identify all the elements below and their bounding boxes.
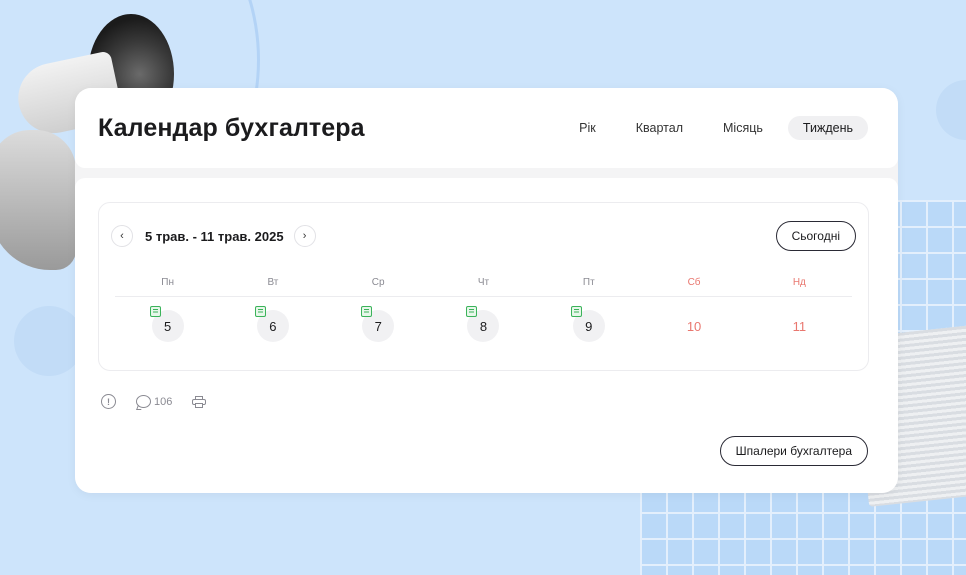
day-cell-weekend: 10 [641,308,746,344]
printer-icon [192,395,207,408]
period-tabs: Рік Квартал Місяць Тиждень [564,116,868,140]
day-cell: 9 [536,306,641,344]
accountant-wallpapers-button[interactable]: Шпалери бухгалтера [719,436,868,466]
tab-month[interactable]: Місяць [708,116,778,140]
weekday-label: Пт [582,277,595,288]
weekday-label-weekend: Сб [687,277,701,288]
note-icon [150,306,162,317]
weekday-label-weekend: Нд [792,277,806,288]
tab-week[interactable]: Тиждень [787,116,868,140]
chevron-right-icon: › [302,230,307,242]
widget-header: Календар бухгалтера Рік Квартал Місяць Т… [75,88,898,168]
background-circle-left [14,306,84,376]
note-icon [360,306,372,317]
weekday-label: Чт [477,277,490,288]
print-button[interactable] [192,395,207,408]
hand-image [0,130,76,270]
day-cell: 5 [115,306,220,344]
note-icon [255,306,267,317]
note-icon [571,306,583,317]
today-button[interactable]: Сьогодні [775,221,856,251]
day-cell: 6 [220,306,325,344]
calendar-panel: ‹ 5 трав. - 11 трав. 2025 › Сьогодні Пн … [75,178,898,493]
next-week-button[interactable]: › [293,225,316,247]
prev-week-button[interactable]: ‹ [111,225,133,247]
accountant-calendar-widget: Календар бухгалтера Рік Квартал Місяць Т… [75,88,898,493]
day-number-weekend[interactable]: 10 [678,310,710,342]
weekday-label: Вт [267,277,279,288]
day-cell-weekend: 11 [747,308,852,344]
note-icon [465,306,477,317]
comment-icon [136,395,151,408]
background-circle-right [936,80,966,140]
tab-year[interactable]: Рік [564,116,611,140]
comments-button[interactable]: 106 [136,395,172,408]
day-cell: 7 [326,306,431,344]
weekday-label: Ср [371,277,385,288]
weekday-header: Пн Вт Ср Чт Пт Сб Нд [115,275,852,297]
tab-quarter[interactable]: Квартал [621,116,698,140]
date-range: 5 трав. - 11 трав. 2025 [145,228,284,244]
day-number-weekend[interactable]: 11 [783,310,815,342]
week-calendar: ‹ 5 трав. - 11 трав. 2025 › Сьогодні Пн … [98,202,869,371]
week-navigation: ‹ 5 трав. - 11 трав. 2025 › [111,225,316,247]
chevron-left-icon: ‹ [120,230,124,242]
page-title: Календар бухгалтера [98,113,365,142]
day-cell: 8 [431,306,536,344]
comments-count: 106 [154,395,173,408]
info-button[interactable]: ! [101,394,116,409]
actions-row: ! 106 [101,394,207,409]
week-days-row: 5 6 7 8 9 10 11 [115,306,852,344]
info-icon: ! [101,394,116,409]
weekday-label: Пн [161,277,174,288]
